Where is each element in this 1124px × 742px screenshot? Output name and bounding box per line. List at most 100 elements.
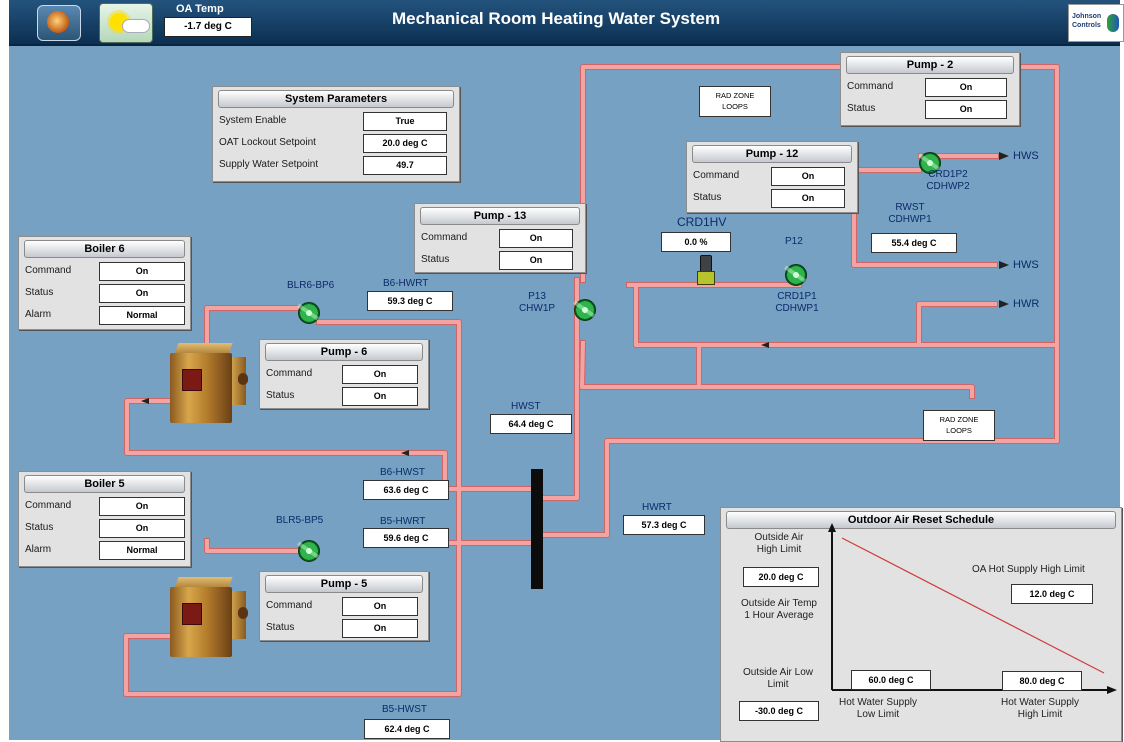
b5-hwst-label: B5-HWST xyxy=(382,704,427,715)
logo-icon xyxy=(1107,14,1119,32)
hwst-value[interactable]: 64.4 deg C xyxy=(490,414,572,434)
hot-supply-high-limit-value[interactable]: 12.0 deg C xyxy=(1011,584,1093,604)
graphic-screen: OA Temp -1.7 deg C Mechanical Room Heati… xyxy=(0,0,1124,742)
boiler-6-icon[interactable] xyxy=(166,343,248,425)
hwrt-label: HWRT xyxy=(642,502,672,513)
status-label: Status xyxy=(847,103,876,114)
command-value[interactable]: On xyxy=(342,365,418,384)
command-value[interactable]: On xyxy=(99,262,185,281)
panel-title: Pump - 12 xyxy=(692,145,852,163)
system-enable-value[interactable]: True xyxy=(363,112,447,131)
pump-p12-icon[interactable] xyxy=(785,264,807,286)
hwst-label: HWST xyxy=(511,401,541,412)
pump-13-panel: Pump - 13 Command On Status On xyxy=(414,203,586,273)
boiler-6-panel: Boiler 6 Command On Status On Alarm Normal xyxy=(18,236,191,330)
panel-title: Boiler 5 xyxy=(24,475,185,493)
blr5-bp5-label: BLR5-BP5 xyxy=(276,515,324,526)
arrow-hws-1-icon xyxy=(999,152,1009,160)
command-value[interactable]: On xyxy=(342,597,418,616)
status-value[interactable]: On xyxy=(771,189,845,208)
outdoor-air-reset-panel: Outdoor Air Reset Schedule Outside Air Hi… xyxy=(720,507,1122,742)
panel-title: System Parameters xyxy=(218,90,454,108)
boiler-5-icon[interactable] xyxy=(166,577,248,659)
rad-zone-loops-2[interactable]: RAD ZONE LOOPS xyxy=(923,410,995,441)
home-button[interactable] xyxy=(37,5,81,41)
hws-label-2: HWS xyxy=(1013,259,1039,271)
supply-water-setpoint-value[interactable]: 49.7 xyxy=(363,156,447,175)
alarm-label: Alarm xyxy=(25,309,52,320)
system-diagram: System Parameters System Enable True OAT … xyxy=(9,46,1122,742)
panel-title: Boiler 6 xyxy=(24,240,185,258)
pump-6-panel: Pump - 6 Command On Status On xyxy=(259,339,429,409)
status-label: Status xyxy=(266,622,295,633)
oat-lockout-label: OAT Lockout Setpoint xyxy=(219,137,316,148)
oa-temp-average-label: Outside Air Temp 1 Hour Average xyxy=(741,598,817,621)
crd1hv-value[interactable]: 0.0 % xyxy=(661,232,731,252)
oa-low-limit-value[interactable]: -30.0 deg C xyxy=(739,701,819,721)
crd1p2-label: CRD1P2 CDHWP2 xyxy=(926,169,970,192)
b6-hwst-label: B6-HWST xyxy=(380,467,425,478)
oa-low-limit-label: Outside Air Low Limit xyxy=(742,667,814,690)
status-value[interactable]: On xyxy=(499,251,573,270)
alarm-value[interactable]: Normal xyxy=(99,541,185,560)
title-bar: OA Temp -1.7 deg C Mechanical Room Heati… xyxy=(9,0,1124,46)
b6-hwrt-label: B6-HWRT xyxy=(383,278,429,289)
status-value[interactable]: On xyxy=(342,619,418,638)
arrow-hwr-icon xyxy=(999,300,1009,308)
command-value[interactable]: On xyxy=(499,229,573,248)
status-value[interactable]: On xyxy=(99,284,185,303)
hwrt-value[interactable]: 57.3 deg C xyxy=(623,515,705,535)
oat-lockout-value[interactable]: 20.0 deg C xyxy=(363,134,447,153)
x-axis-arrow-icon xyxy=(1107,686,1117,694)
panel-title: Pump - 2 xyxy=(846,56,1014,74)
y-axis-arrow-icon xyxy=(828,523,836,532)
oa-temp-value[interactable]: -1.7 deg C xyxy=(164,17,252,37)
command-value[interactable]: On xyxy=(771,167,845,186)
pump-12-panel: Pump - 12 Command On Status On xyxy=(686,141,858,213)
header-bar xyxy=(531,469,543,589)
command-label: Command xyxy=(25,265,72,276)
hwr-label: HWR xyxy=(1013,298,1040,310)
command-label: Command xyxy=(266,600,313,611)
status-value[interactable]: On xyxy=(925,100,1007,119)
status-value[interactable]: On xyxy=(342,387,418,406)
arrow-hws-2-icon xyxy=(999,261,1009,269)
status-label: Status xyxy=(25,522,54,533)
rwst-value[interactable]: 55.4 deg C xyxy=(871,233,957,253)
command-value[interactable]: On xyxy=(925,78,1007,97)
supply-water-setpoint-label: Supply Water Setpoint xyxy=(219,159,319,170)
command-value[interactable]: On xyxy=(99,497,185,516)
panel-title: Pump - 5 xyxy=(265,575,423,593)
status-value[interactable]: On xyxy=(99,519,185,538)
panel-title: Pump - 13 xyxy=(420,207,580,225)
oa-temp-label: OA Temp xyxy=(176,3,224,15)
hws-label-1: HWS xyxy=(1013,150,1039,162)
crd1hv-valve-icon[interactable] xyxy=(697,255,715,285)
hw-supply-high-limit-value[interactable]: 80.0 deg C xyxy=(1002,671,1082,691)
home-icon xyxy=(47,11,69,33)
b5-hwst-value[interactable]: 62.4 deg C xyxy=(364,719,450,739)
hw-supply-low-limit-label: Hot Water Supply Low Limit xyxy=(839,697,917,720)
p13-label: P13 CHW1P xyxy=(518,291,556,314)
command-label: Command xyxy=(693,170,740,181)
b5-hwrt-value[interactable]: 59.6 deg C xyxy=(363,528,449,548)
b6-hwst-value[interactable]: 63.6 deg C xyxy=(363,480,449,500)
pump-p13-icon[interactable] xyxy=(574,299,596,321)
alarm-label: Alarm xyxy=(25,544,52,555)
alarm-value[interactable]: Normal xyxy=(99,306,185,325)
system-enable-label: System Enable xyxy=(219,115,287,126)
p12-label: P12 xyxy=(785,236,803,247)
oa-high-limit-label: Outside Air High Limit xyxy=(754,532,804,555)
hot-supply-high-limit-label: OA Hot Supply High Limit xyxy=(972,564,1085,575)
pump-blr6-bp6-icon[interactable] xyxy=(298,302,320,324)
blr6-bp6-label: BLR6-BP6 xyxy=(287,280,335,291)
rad-zone-loops-1[interactable]: RAD ZONE LOOPS xyxy=(699,86,771,117)
b6-hwrt-value[interactable]: 59.3 deg C xyxy=(367,291,453,311)
pump-blr5-bp5-icon[interactable] xyxy=(298,540,320,562)
hw-supply-low-limit-value[interactable]: 60.0 deg C xyxy=(851,670,931,690)
oa-high-limit-value[interactable]: 20.0 deg C xyxy=(743,567,819,587)
reset-line xyxy=(841,537,1105,674)
command-label: Command xyxy=(847,81,894,92)
system-parameters-panel: System Parameters System Enable True OAT … xyxy=(212,86,460,182)
cloud-icon xyxy=(122,19,150,33)
